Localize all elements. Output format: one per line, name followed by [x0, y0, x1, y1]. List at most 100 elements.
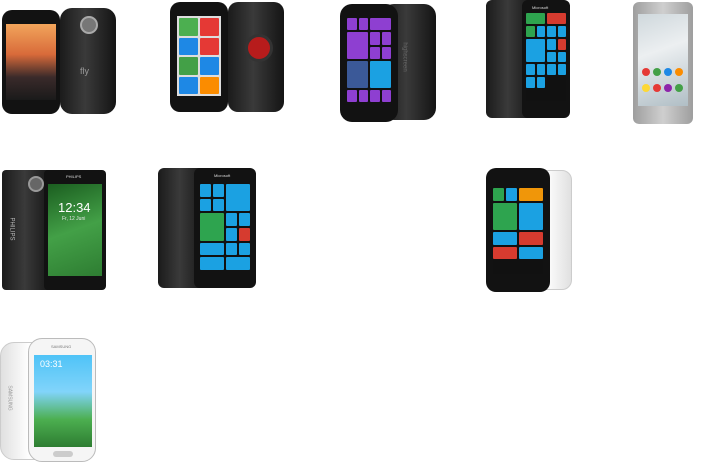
phone-item-1[interactable]: fly — [0, 4, 124, 144]
app-tile — [370, 46, 380, 59]
skype-tile-icon — [370, 60, 391, 88]
app-tile — [347, 89, 357, 102]
app-tile — [213, 184, 224, 197]
home-button — [53, 451, 73, 457]
app-tile — [493, 232, 517, 245]
phone-front — [2, 10, 60, 114]
phone-screen — [6, 24, 56, 100]
app-tile — [358, 18, 368, 31]
app-tile — [200, 76, 219, 94]
app-icon — [653, 84, 661, 92]
app-tile — [370, 18, 391, 31]
phone-screen — [200, 184, 250, 270]
app-tile — [179, 18, 198, 36]
phone-front: SAMSUNG 03:31 — [28, 338, 96, 462]
app-icon — [653, 68, 661, 76]
phone-front: PHILIPS 12:34 Fr, 12 Juni — [44, 170, 106, 290]
app-tile — [226, 228, 237, 241]
phone-screen — [638, 14, 688, 106]
phone-screen — [347, 18, 391, 102]
app-tile — [179, 76, 198, 94]
phone-item-7[interactable]: Microsoft — [156, 168, 260, 308]
phone-front — [340, 4, 398, 122]
phone-item-8[interactable] — [484, 168, 576, 308]
app-tile — [226, 184, 250, 212]
phone-item-9[interactable]: SAMSUNG SAMSUNG 03:31 — [0, 338, 100, 464]
app-tile — [370, 32, 380, 45]
app-tile — [347, 18, 357, 31]
app-icon — [664, 84, 672, 92]
app-tile — [239, 228, 250, 241]
app-tile — [179, 57, 198, 75]
phone-item-4[interactable]: Microsoft — [486, 0, 610, 140]
phone-screen — [493, 188, 543, 274]
app-tile — [547, 64, 556, 76]
app-tile — [526, 64, 535, 76]
brand-logo: fly — [80, 66, 89, 76]
app-tile — [179, 37, 198, 55]
phone-front: Microsoft — [194, 168, 256, 288]
phone-screen: 12:34 Fr, 12 Juni — [48, 184, 102, 276]
phone-item-5[interactable] — [630, 0, 714, 140]
app-icon — [642, 84, 650, 92]
app-tile — [358, 89, 368, 102]
app-tile — [526, 25, 535, 37]
phone-front — [633, 2, 693, 124]
phone-item-3[interactable]: highscreen — [338, 0, 462, 140]
espn-tile-icon — [493, 246, 517, 260]
app-tile — [200, 18, 219, 36]
app-tile — [200, 257, 224, 270]
app-tile — [200, 198, 211, 212]
facebook-tile-icon — [347, 60, 368, 88]
app-tile — [547, 13, 566, 24]
app-tile — [536, 64, 545, 76]
brand-logo: PHILIPS — [66, 174, 82, 179]
app-tile — [557, 64, 566, 76]
clock-text: 03:31 — [40, 359, 63, 369]
camera-icon — [80, 16, 98, 34]
phone-screen: 03:31 — [34, 355, 92, 447]
app-tile — [519, 188, 543, 201]
clock-text: 12:34 — [58, 200, 91, 215]
app-tile — [200, 213, 224, 241]
phone-item-6[interactable]: PHILIPS PHILIPS 12:34 Fr, 12 Juni — [0, 168, 110, 308]
app-tile — [526, 77, 535, 89]
app-tile — [226, 213, 237, 226]
vk-tile-icon — [200, 242, 224, 256]
app-icon — [664, 68, 672, 76]
brand-logo: Microsoft — [532, 5, 549, 10]
app-tile — [347, 32, 368, 59]
phone-front: Microsoft — [522, 0, 570, 118]
app-tile — [200, 57, 219, 75]
phone-front — [170, 2, 228, 112]
phone-screen — [177, 16, 221, 96]
brand-logo: PHILIPS — [8, 217, 15, 241]
app-icon — [675, 84, 683, 92]
app-tile — [557, 38, 566, 50]
brand-logo: SAMSUNG — [51, 344, 72, 349]
app-tile — [547, 25, 556, 37]
app-tile — [226, 257, 250, 270]
app-tile — [519, 202, 543, 230]
app-icon — [675, 68, 683, 76]
phone-item-2[interactable] — [166, 0, 290, 140]
phone-back: fly — [60, 8, 116, 114]
app-tile — [226, 242, 237, 256]
camera-icon — [28, 176, 44, 192]
app-tile — [239, 213, 250, 226]
app-tile — [536, 77, 545, 89]
phone-back — [228, 2, 284, 112]
app-tile — [557, 25, 566, 37]
app-tile — [493, 202, 517, 230]
app-tile — [547, 38, 556, 50]
app-tile — [557, 51, 566, 63]
brand-logo: SAMSUNG — [6, 385, 13, 411]
date-text: Fr, 12 Juni — [62, 216, 86, 222]
app-tile — [493, 188, 504, 201]
app-tile — [526, 38, 545, 63]
app-tile — [506, 188, 517, 201]
app-tile — [200, 37, 219, 55]
app-tile — [381, 89, 391, 102]
app-tile — [370, 89, 380, 102]
app-tile — [381, 46, 391, 59]
